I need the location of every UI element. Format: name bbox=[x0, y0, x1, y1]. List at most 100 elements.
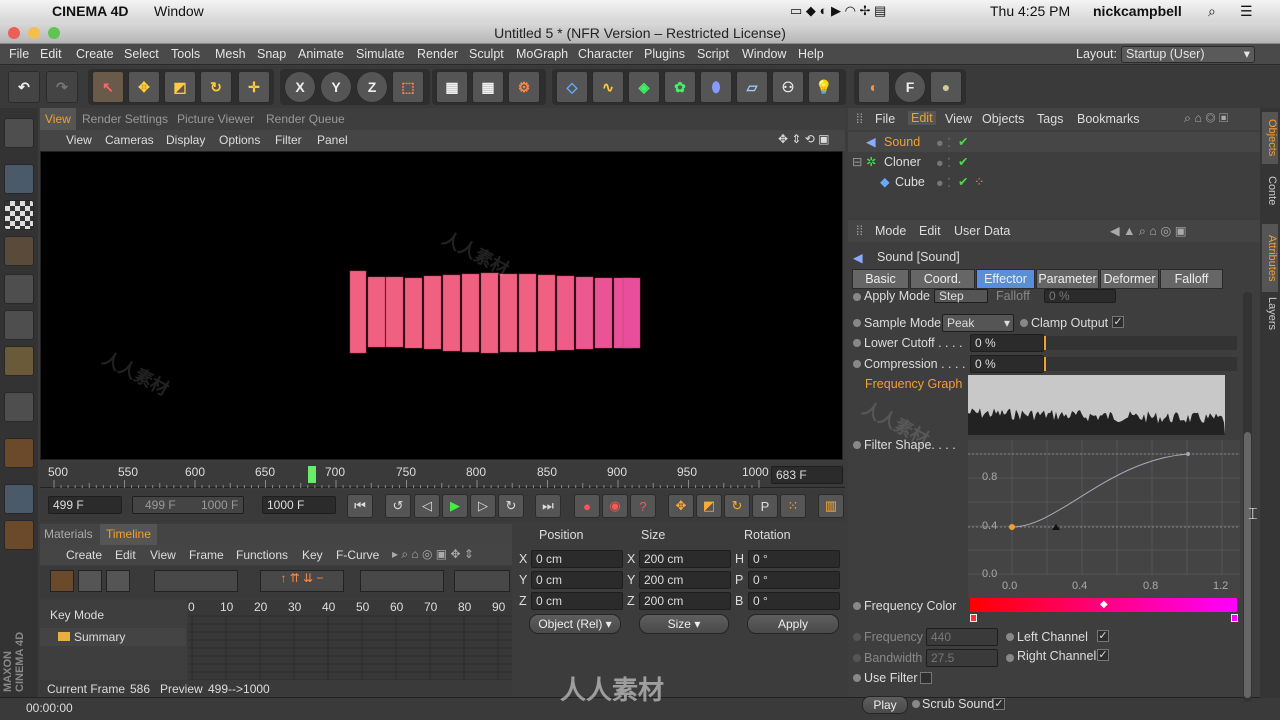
animate-dot[interactable] bbox=[853, 674, 861, 682]
animate-dot[interactable] bbox=[853, 441, 861, 449]
side-tab-content[interactable]: Conte bbox=[1262, 168, 1278, 214]
current-frame-field[interactable]: 683 F bbox=[771, 466, 843, 484]
tl-menu-view[interactable]: View bbox=[150, 548, 176, 562]
frequency-field[interactable]: 440 bbox=[926, 628, 998, 646]
record-icon[interactable]: ● bbox=[574, 494, 600, 518]
y-axis-icon[interactable]: Y bbox=[320, 71, 352, 103]
tab-parameter[interactable]: Parameter bbox=[1036, 269, 1099, 289]
spline-icon[interactable]: ∿ bbox=[592, 71, 624, 103]
key-mode-icon[interactable] bbox=[50, 570, 74, 592]
enable-check-icon[interactable]: ✔ bbox=[958, 154, 968, 169]
redo-icon[interactable]: ↷ bbox=[46, 71, 78, 103]
tab-effector[interactable]: Effector bbox=[976, 269, 1035, 289]
menu-character[interactable]: Character bbox=[578, 47, 633, 61]
vmenu-panel[interactable]: Panel bbox=[317, 133, 348, 147]
light-icon[interactable]: 💡 bbox=[808, 71, 840, 103]
am-menu-mode[interactable]: Mode bbox=[875, 224, 906, 238]
mograph-icon[interactable]: ✿ bbox=[664, 71, 696, 103]
key-add-tools[interactable]: ↑ ⇈ ⇊ − bbox=[260, 570, 344, 592]
timeline-keys-area[interactable]: 0 10 20 30 40 50 60 70 80 90 bbox=[188, 600, 533, 681]
key-pla-icon[interactable]: ⁙ bbox=[780, 494, 806, 518]
position-x-field[interactable]: 0 cm bbox=[531, 550, 623, 568]
edges-mode-icon[interactable] bbox=[4, 310, 34, 340]
om-menu-objects[interactable]: Objects bbox=[982, 112, 1024, 126]
tab-basic[interactable]: Basic bbox=[852, 269, 909, 289]
vmenu-options[interactable]: Options bbox=[219, 133, 260, 147]
tl-menu-key[interactable]: Key bbox=[302, 548, 323, 562]
use-filter-checkbox[interactable] bbox=[920, 672, 932, 684]
timeline-ruler[interactable]: 500 550 600 650 700 750 800 850 900 950 … bbox=[40, 462, 845, 488]
timeline-nav-icons[interactable]: ▸ ⌕ ⌂ ◎ ▣ ✥ ⇕ bbox=[392, 547, 474, 562]
scrub-sound-checkbox[interactable]: ✓ bbox=[993, 698, 1005, 710]
coordinate-system-icon[interactable]: ⬚ bbox=[392, 71, 424, 103]
tab-coord[interactable]: Coord. bbox=[910, 269, 975, 289]
animate-dot[interactable] bbox=[1006, 654, 1014, 662]
live-selection-icon[interactable]: ↖ bbox=[92, 71, 124, 103]
tl-menu-frame[interactable]: Frame bbox=[189, 548, 224, 562]
falloff-field[interactable]: 0 % bbox=[1044, 289, 1116, 303]
size-mode-select[interactable]: Size ▾ bbox=[639, 614, 729, 634]
x-axis-icon[interactable]: X bbox=[284, 71, 316, 103]
menu-tools[interactable]: Tools bbox=[171, 47, 200, 61]
rotation-p-field[interactable]: 0 ° bbox=[748, 571, 840, 589]
summary-row[interactable]: Summary bbox=[40, 628, 186, 646]
start-frame-field[interactable]: 499 F bbox=[48, 496, 122, 514]
clamp-output-checkbox[interactable]: ✓ bbox=[1112, 316, 1124, 328]
scrollbar-thumb[interactable] bbox=[1244, 432, 1251, 698]
enable-check-icon[interactable]: ✔ bbox=[958, 134, 968, 149]
play-button[interactable]: Play bbox=[862, 696, 908, 714]
animate-dot[interactable] bbox=[853, 633, 861, 641]
list-icon[interactable]: ☰ bbox=[1240, 3, 1253, 20]
frequency-color-gradient[interactable]: ◆ bbox=[970, 598, 1237, 612]
make-editable-icon[interactable] bbox=[4, 118, 34, 148]
animate-dot[interactable] bbox=[853, 339, 861, 347]
coordinate-mode-select[interactable]: Object (Rel) ▾ bbox=[529, 614, 621, 634]
am-menu-edit[interactable]: Edit bbox=[919, 224, 941, 238]
tl-menu-edit[interactable]: Edit bbox=[115, 548, 136, 562]
model-mode-icon[interactable] bbox=[4, 164, 34, 194]
rotation-b-field[interactable]: 0 ° bbox=[748, 592, 840, 610]
key-scale-icon[interactable]: ◩ bbox=[696, 494, 722, 518]
axis-mode-icon[interactable] bbox=[4, 392, 34, 422]
vmenu-cameras[interactable]: Cameras bbox=[105, 133, 154, 147]
scale-icon[interactable]: ◩ bbox=[164, 71, 196, 103]
am-menu-userdata[interactable]: User Data bbox=[954, 224, 1010, 238]
am-nav-icons[interactable]: ◀ ▲ ⌕ ⌂ ◎ ▣ bbox=[1110, 223, 1187, 239]
filter-shape-graph[interactable]: 0.8 0.4 0.0 0.0 0.4 0.8 1.2 bbox=[968, 440, 1258, 598]
animate-dot[interactable] bbox=[853, 319, 861, 327]
autokey-icon[interactable]: ◉ bbox=[602, 494, 628, 518]
tl-menu-fcurve[interactable]: F-Curve bbox=[336, 548, 379, 562]
floor-icon[interactable]: ▱ bbox=[736, 71, 768, 103]
next-frame-icon[interactable]: ▷ bbox=[470, 494, 496, 518]
tab-timeline[interactable]: Timeline bbox=[100, 524, 157, 545]
menu-select[interactable]: Select bbox=[124, 47, 159, 61]
visibility-dots[interactable]: ● ⁚ bbox=[936, 155, 951, 170]
bandwidth-field[interactable]: 27.5 bbox=[926, 649, 998, 667]
rotate-icon[interactable]: ↻ bbox=[200, 71, 232, 103]
menu-plugins[interactable]: Plugins bbox=[644, 47, 685, 61]
preview-range-field[interactable]: 499 F 1000 F bbox=[132, 496, 244, 514]
tab-materials[interactable]: Materials bbox=[44, 527, 93, 541]
rotation-h-field[interactable]: 0 ° bbox=[748, 550, 840, 568]
edit-render-settings-icon[interactable]: ⚙ bbox=[508, 71, 540, 103]
render-picture-viewer-icon[interactable]: ▦ bbox=[472, 71, 504, 103]
keyframe-selection-icon[interactable]: ? bbox=[630, 494, 656, 518]
menu-mesh[interactable]: Mesh bbox=[215, 47, 246, 61]
animate-dot[interactable] bbox=[1006, 633, 1014, 641]
prev-frame-icon[interactable]: ◁ bbox=[414, 494, 440, 518]
attr-scrollbar[interactable] bbox=[1243, 292, 1252, 702]
close-button[interactable] bbox=[8, 27, 20, 39]
om-menu-tags[interactable]: Tags bbox=[1037, 112, 1063, 126]
app-menu[interactable]: CINEMA 4D bbox=[52, 3, 129, 19]
compression-slider[interactable] bbox=[1044, 357, 1237, 371]
end-frame-field[interactable]: 1000 F bbox=[262, 496, 336, 514]
points-mode-icon[interactable] bbox=[4, 274, 34, 304]
cube-icon[interactable]: ◇ bbox=[556, 71, 588, 103]
tl-menu-create[interactable]: Create bbox=[66, 548, 102, 562]
go-to-end-icon[interactable]: ⏭ bbox=[535, 494, 561, 518]
undo-icon[interactable]: ↶ bbox=[8, 71, 40, 103]
material-icon[interactable]: ◐ bbox=[858, 71, 890, 103]
key-rotation-icon[interactable]: ↻ bbox=[724, 494, 750, 518]
menu-snap[interactable]: Snap bbox=[257, 47, 286, 61]
side-tab-layers[interactable]: Layers bbox=[1262, 294, 1278, 334]
